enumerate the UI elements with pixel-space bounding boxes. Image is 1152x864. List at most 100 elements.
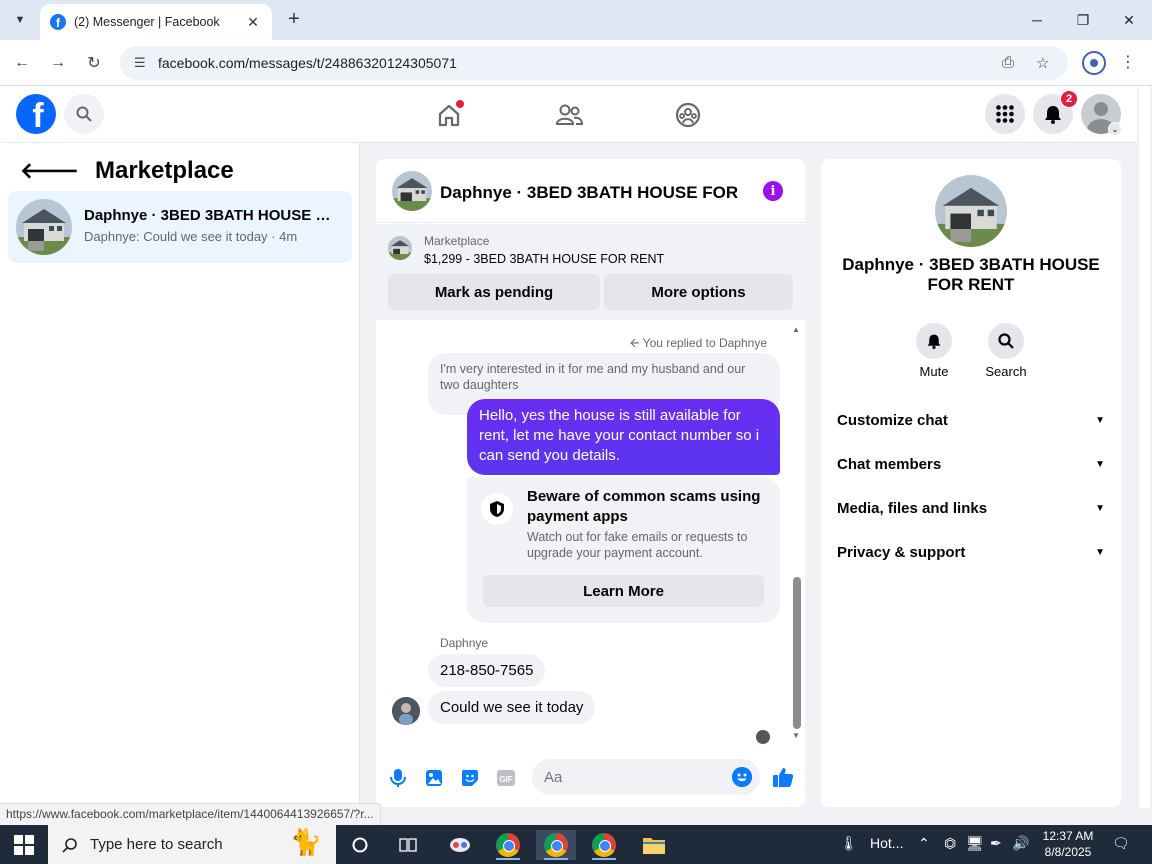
- snipping-tool-icon[interactable]: [440, 830, 480, 860]
- search-icon: [62, 837, 77, 853]
- conversation-item[interactable]: Daphnye · 3BED 3BATH HOUSE FOR RENT Daph…: [8, 191, 352, 263]
- section-chat-members[interactable]: Chat members ▼: [837, 452, 1105, 476]
- sticker-icon[interactable]: [459, 767, 481, 789]
- chevron-down-icon: ▼: [1095, 458, 1105, 470]
- sender-avatar[interactable]: [392, 697, 420, 725]
- restore-icon[interactable]: ❐: [1060, 0, 1106, 40]
- search-label: Search: [985, 364, 1027, 379]
- more-options-button[interactable]: More options: [604, 274, 793, 310]
- info-icon[interactable]: i: [763, 181, 783, 201]
- section-privacy-support[interactable]: Privacy & support ▼: [837, 540, 1105, 564]
- section-customize-chat[interactable]: Customize chat ▼: [837, 408, 1105, 432]
- listing-thumbnail-small[interactable]: [388, 236, 412, 260]
- warning-heading: Beware of common scams using payment app…: [527, 488, 761, 525]
- facebook-logo-icon[interactable]: f: [16, 94, 56, 134]
- home-icon[interactable]: [432, 98, 466, 132]
- file-explorer-icon[interactable]: [634, 830, 674, 860]
- info-panel-title: Daphnye · 3BED 3BATH HOUSE FOR RENT: [842, 255, 1100, 294]
- message-composer: GIF: [376, 757, 805, 801]
- close-window-icon[interactable]: ✕: [1106, 0, 1152, 40]
- scroll-up-icon[interactable]: ▲: [792, 325, 800, 334]
- scroll-down-icon[interactable]: ▼: [792, 731, 800, 740]
- replied-note: 🡨 You replied to Daphnye: [629, 336, 767, 350]
- address-toolbar: ← → ↻ ☰ facebook.com/messages/t/24886320…: [0, 40, 1152, 86]
- chat-title[interactable]: Daphnye · 3BED 3BATH HOUSE FOR ...: [440, 183, 740, 203]
- page-scrollbar[interactable]: [1137, 86, 1152, 825]
- browser-tab[interactable]: f (2) Messenger | Facebook ✕: [40, 4, 272, 40]
- sender-name: Daphnye: [440, 636, 489, 650]
- friends-icon[interactable]: [552, 98, 586, 132]
- search-icon[interactable]: [988, 323, 1024, 359]
- back-arrow-icon[interactable]: ←: [10, 51, 34, 75]
- notification-badge: 2: [1060, 90, 1078, 108]
- conversation-name: Daphnye · 3BED 3BATH HOUSE FOR RENT: [84, 207, 339, 224]
- url-text[interactable]: facebook.com/messages/t/2488632012430507…: [158, 55, 457, 71]
- new-tab-icon[interactable]: +: [282, 8, 306, 32]
- mute-button[interactable]: Mute: [904, 323, 964, 379]
- chat-scrollbar[interactable]: ▲ ▼: [792, 325, 802, 745]
- browser-profile-icon[interactable]: [1082, 51, 1106, 75]
- tab-search-chevron-icon[interactable]: ▼: [8, 8, 32, 32]
- show-hidden-icons-chevron-icon[interactable]: ⌃: [918, 835, 930, 852]
- network-icon[interactable]: 🖥: [966, 835, 984, 852]
- emoji-icon[interactable]: [732, 767, 752, 787]
- sidebar-title: Marketplace: [95, 157, 234, 184]
- omnibox[interactable]: ☰ facebook.com/messages/t/24886320124305…: [120, 46, 1068, 80]
- system-clock[interactable]: 12:37 AM 8/8/2025: [1036, 828, 1100, 860]
- svg-text:GIF: GIF: [499, 775, 512, 784]
- photo-icon[interactable]: [423, 767, 445, 789]
- listing-thumbnail: [16, 199, 72, 255]
- weather-text[interactable]: Hot...: [870, 835, 903, 851]
- close-tab-icon[interactable]: ✕: [244, 14, 262, 31]
- chat-thumbnail[interactable]: [392, 171, 432, 211]
- chrome-profile-icon[interactable]: [536, 830, 576, 860]
- weather-thermometer-icon[interactable]: 🌡: [840, 835, 858, 852]
- windows-start-icon[interactable]: [14, 835, 34, 855]
- taskbar-search-box[interactable]: Type here to search 🐈: [48, 825, 336, 864]
- scam-warning-card: Beware of common scams using payment app…: [467, 477, 780, 623]
- site-settings-icon[interactable]: ☰: [134, 55, 156, 71]
- search-icon[interactable]: [64, 94, 104, 134]
- incoming-message-bubble[interactable]: 218-850-7565: [428, 654, 546, 687]
- minimize-icon[interactable]: ─: [1014, 0, 1060, 40]
- facebook-favicon-icon: f: [50, 14, 66, 30]
- meet-now-icon[interactable]: ⏣: [944, 835, 956, 852]
- gif-icon[interactable]: GIF: [495, 767, 517, 789]
- groups-icon[interactable]: [671, 98, 705, 132]
- chevron-down-icon: ▼: [1095, 414, 1105, 426]
- message-input[interactable]: [532, 759, 760, 795]
- search-in-conversation-button[interactable]: Search: [976, 323, 1036, 379]
- bell-icon[interactable]: [916, 323, 952, 359]
- thumbs-up-icon[interactable]: [771, 765, 795, 789]
- page-scrollbar-thumb[interactable]: [1139, 86, 1150, 808]
- incoming-message-bubble[interactable]: Could we see it today: [428, 691, 596, 724]
- microphone-icon[interactable]: [387, 767, 409, 789]
- pen-icon[interactable]: ✒: [990, 835, 1002, 852]
- learn-more-button[interactable]: Learn More: [483, 575, 764, 607]
- volume-icon[interactable]: 🔊: [1012, 835, 1029, 852]
- bookmark-star-icon[interactable]: ☆: [1036, 54, 1049, 72]
- chrome-icon[interactable]: [488, 830, 528, 860]
- listing-photo[interactable]: [935, 175, 1007, 247]
- listing-title[interactable]: $1,299 - 3BED 3BATH HOUSE FOR RENT: [424, 252, 664, 266]
- shield-icon: [481, 493, 513, 525]
- windows-taskbar: Type here to search 🐈 🌡 Hot... ⌃ ⏣ 🖥 ✒ 🔊…: [0, 825, 1152, 864]
- clock-date: 8/8/2025: [1044, 845, 1092, 859]
- cortana-icon[interactable]: [340, 830, 380, 860]
- back-arrow-icon[interactable]: 🡐: [20, 158, 79, 184]
- chrome-profile-2-icon[interactable]: [584, 830, 624, 860]
- outgoing-message-bubble[interactable]: Hello, yes the house is still available …: [467, 399, 780, 475]
- notification-center-icon[interactable]: 🗨: [1112, 835, 1130, 852]
- section-media-files-links[interactable]: Media, files and links ▼: [837, 496, 1105, 520]
- menu-grid-icon[interactable]: [985, 94, 1025, 134]
- browser-menu-icon[interactable]: ⋮: [1120, 52, 1136, 72]
- reply-arrow-icon: 🡨: [629, 336, 640, 350]
- account-chevron-icon[interactable]: ⌄: [1108, 122, 1122, 136]
- scrollbar-thumb[interactable]: [793, 577, 801, 729]
- install-app-icon[interactable]: ⎙: [1002, 54, 1014, 71]
- forward-arrow-icon[interactable]: →: [46, 51, 70, 75]
- mark-as-pending-button[interactable]: Mark as pending: [388, 274, 600, 310]
- task-view-icon[interactable]: [388, 830, 428, 860]
- reload-icon[interactable]: ↻: [82, 51, 106, 75]
- sidebar-header: 🡐 Marketplace: [20, 157, 234, 185]
